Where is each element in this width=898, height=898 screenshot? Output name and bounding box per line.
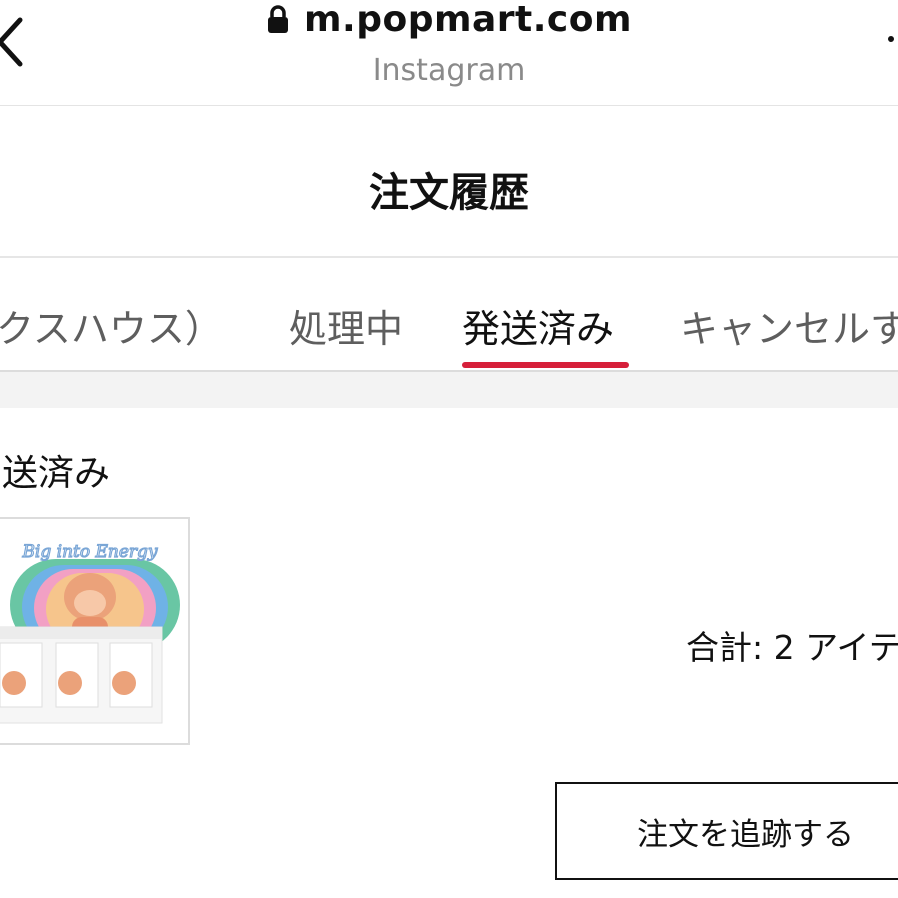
product-thumbnail[interactable]: Big into Energy — [0, 517, 190, 745]
order-total: 合計: 2 アイテ — [686, 628, 898, 667]
lock-icon — [266, 4, 290, 34]
active-tab-indicator — [462, 362, 629, 368]
app-screen: m.popmart.com Instagram 注文履歴 クスハウス） 処理中 … — [0, 0, 898, 898]
source-app-label: Instagram — [372, 53, 526, 88]
tab-lucky-house[interactable]: クスハウス） — [0, 298, 223, 353]
order-card[interactable]: 送済み Big into Energy 合計: 2 アイテ 注文を追跡する — [0, 408, 898, 898]
more-icon[interactable] — [888, 36, 894, 42]
tab-shipped[interactable]: 発送済み — [462, 298, 614, 353]
order-status: 送済み — [2, 453, 111, 494]
url-text: m.popmart.com — [304, 0, 632, 40]
track-order-button[interactable]: 注文を追跡する — [555, 782, 898, 880]
track-order-label: 注文を追跡する — [637, 816, 854, 853]
tab-cancelled[interactable]: キャンセルす — [680, 298, 898, 353]
page-title: 注文履歴 — [369, 170, 529, 216]
product-logo-lettering: Big into Energy — [21, 542, 157, 562]
browser-bar: m.popmart.com Instagram — [0, 0, 898, 106]
order-status-tabs: クスハウス） 処理中 発送済み キャンセルす — [0, 258, 898, 372]
blind-box-display — [0, 626, 163, 724]
url-bar[interactable]: m.popmart.com — [0, 0, 898, 40]
section-gap — [0, 372, 898, 408]
tab-processing[interactable]: 処理中 — [289, 298, 403, 353]
